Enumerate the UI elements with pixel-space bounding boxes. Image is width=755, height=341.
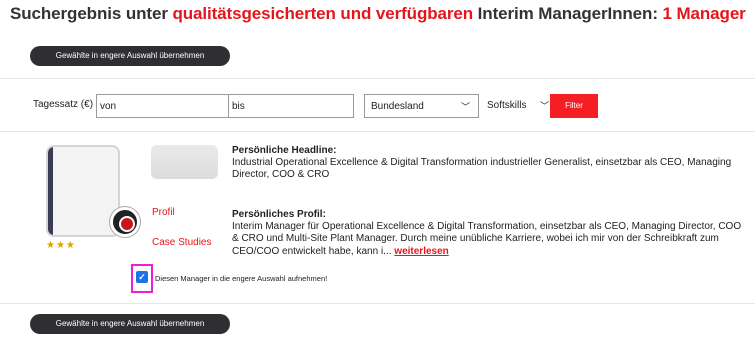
filter-button[interactable]: Filter [550, 94, 598, 118]
filter-bar: Tagessatz (€) von bis Bundesland ﹀ Softs… [30, 94, 730, 118]
divider [0, 131, 755, 132]
case-studies-link[interactable]: Case Studies [152, 237, 211, 248]
headline-title: Persönliche Headline: [232, 145, 337, 156]
rating-stars: ★★★ [46, 240, 76, 251]
rate-to-input[interactable]: bis [228, 94, 354, 118]
quality-seal-icon [110, 207, 140, 237]
chevron-down-icon: ﹀ [460, 102, 470, 112]
shortlist-checkbox[interactable]: ✓ [136, 271, 148, 283]
softskills-select[interactable]: Softskills ﹀ [486, 94, 552, 118]
page-title: Suchergebnis unter qualitätsgesicherten … [10, 4, 746, 24]
photo-edge [48, 147, 53, 235]
headline-text: Industrial Operational Excellence & Digi… [232, 157, 732, 181]
bundesland-select[interactable]: Bundesland ﹀ [364, 94, 479, 118]
chevron-down-icon: ﹀ [539, 101, 549, 111]
profile-text: Interim Manager für Operational Excellen… [232, 221, 742, 257]
profile-link[interactable]: Profil [152, 207, 175, 218]
take-over-selection-button-bottom[interactable]: Gewählte in engere Auswahl übernehmen [30, 314, 230, 334]
take-over-selection-button-top[interactable]: Gewählte in engere Auswahl übernehmen [30, 46, 230, 66]
profile-block: Persönliches Profil: Interim Manager für… [232, 209, 742, 258]
divider [0, 78, 755, 79]
company-logo [151, 145, 218, 179]
bundesland-value: Bundesland [371, 101, 424, 112]
manager-photo[interactable] [46, 145, 120, 237]
headline-block: Persönliche Headline: Industrial Operati… [232, 145, 742, 182]
result-count: 1 Manager [662, 4, 746, 23]
title-prefix: Suchergebnis unter [10, 4, 168, 23]
shortlist-checkbox-label: Diesen Manager in die engere Auswahl auf… [155, 274, 328, 283]
tagessatz-label: Tagessatz (€) [33, 99, 94, 110]
checkmark-icon: ✓ [138, 272, 146, 282]
read-more-link[interactable]: weiterlesen [394, 246, 448, 257]
divider [0, 303, 755, 304]
title-highlight: qualitätsgesicherten und verfügbaren [172, 4, 474, 23]
title-middle: Interim ManagerInnen: [477, 4, 658, 23]
softskills-value: Softskills [487, 100, 527, 111]
profile-title: Persönliches Profil: [232, 209, 326, 220]
